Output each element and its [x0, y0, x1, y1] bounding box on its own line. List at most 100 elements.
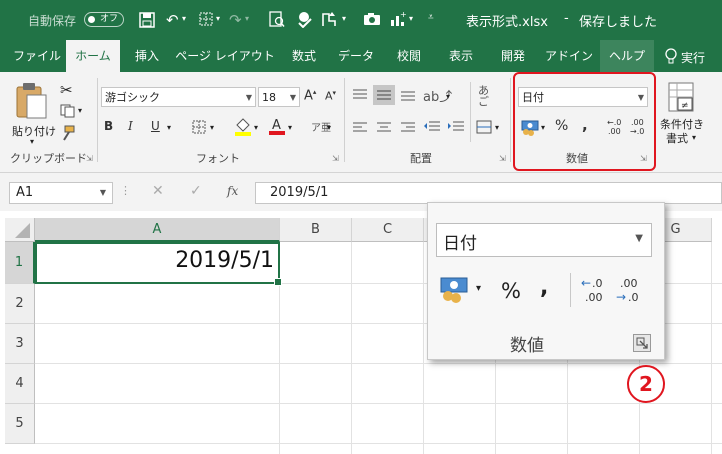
- percent-style-button[interactable]: %: [555, 118, 568, 134]
- insert-chart-icon[interactable]: +: [389, 11, 407, 27]
- tab-file[interactable]: ファイル: [10, 40, 64, 72]
- fill-color-dropdown-icon[interactable]: ▾: [254, 123, 258, 132]
- paste-dropdown-icon[interactable]: ▾: [30, 137, 34, 146]
- autosave-toggle[interactable]: オフ: [84, 12, 124, 27]
- italic-button[interactable]: I: [128, 119, 133, 133]
- tab-addins[interactable]: アドイン: [540, 40, 598, 72]
- sort-dropdown-icon[interactable]: ▾: [342, 14, 346, 23]
- borders-qat-icon[interactable]: [199, 12, 213, 26]
- font-launcher-icon[interactable]: ⇲: [332, 154, 339, 163]
- column-header-b[interactable]: B: [280, 218, 352, 242]
- tab-help[interactable]: ヘルプ: [600, 40, 654, 72]
- tab-view[interactable]: 表示: [436, 40, 486, 72]
- phonetic-dropdown-icon[interactable]: ▾: [327, 123, 331, 132]
- underline-dropdown-icon[interactable]: ▾: [167, 123, 171, 132]
- format-painter-icon[interactable]: [60, 125, 76, 141]
- orientation-dropdown-icon[interactable]: ▾: [446, 92, 450, 101]
- sort-icon[interactable]: [321, 11, 339, 27]
- select-all-corner[interactable]: [5, 218, 35, 242]
- copy-dropdown-icon[interactable]: ▾: [78, 106, 82, 115]
- borders-dropdown-icon[interactable]: ▾: [210, 123, 214, 132]
- tab-formulas[interactable]: 数式: [280, 40, 328, 72]
- conditional-format-label-2[interactable]: 書式: [666, 130, 688, 146]
- column-header-c[interactable]: C: [352, 218, 424, 242]
- align-bottom-icon[interactable]: [400, 88, 416, 102]
- align-center-icon[interactable]: [376, 121, 392, 135]
- spelling-icon[interactable]: [296, 11, 313, 28]
- underline-button[interactable]: U: [151, 119, 160, 133]
- increase-font-icon[interactable]: A▴: [304, 88, 316, 103]
- increase-indent-icon[interactable]: [447, 120, 465, 134]
- comma-style-button[interactable]: ,: [582, 116, 588, 134]
- chevron-down-icon[interactable]: ▼: [100, 183, 106, 203]
- align-middle-icon[interactable]: [373, 85, 395, 105]
- number-format-combo[interactable]: 日付 ▼: [518, 87, 648, 107]
- cut-icon[interactable]: ✂: [60, 81, 73, 99]
- row-header-2[interactable]: 2: [5, 284, 35, 324]
- increase-decimal-icon[interactable]: ←.0.00: [605, 117, 625, 135]
- chevron-down-icon[interactable]: ▼: [246, 88, 252, 108]
- zoom-accounting-dropdown-icon[interactable]: ▾: [476, 283, 481, 294]
- align-left-icon[interactable]: [352, 121, 368, 135]
- customize-qat-icon[interactable]: ⩡: [428, 12, 434, 23]
- decrease-indent-icon[interactable]: [423, 120, 441, 134]
- row-header-3[interactable]: 3: [5, 324, 35, 364]
- zoom-accounting-format-icon[interactable]: [440, 277, 470, 303]
- zoom-decrease-decimal-icon[interactable]: .00 → .0: [616, 275, 646, 305]
- merge-dropdown-icon[interactable]: ▾: [495, 123, 499, 132]
- clipboard-launcher-icon[interactable]: ⇲: [86, 154, 93, 163]
- borders-dropdown-icon[interactable]: ▾: [216, 14, 220, 23]
- font-color-dropdown-icon[interactable]: ▾: [288, 123, 292, 132]
- tab-home[interactable]: ホーム: [66, 40, 120, 72]
- tell-me-search[interactable]: 実行: [681, 49, 705, 66]
- camera-icon[interactable]: [363, 12, 381, 26]
- cell-a1[interactable]: 2019/5/1: [35, 242, 282, 286]
- bold-button[interactable]: B: [104, 119, 113, 133]
- paste-icon[interactable]: [14, 82, 48, 120]
- zoom-number-format-combo[interactable]: 日付 ▼: [436, 223, 652, 257]
- wrap-text-icon[interactable]: あご: [478, 85, 489, 107]
- tab-review[interactable]: 校閲: [384, 40, 434, 72]
- name-box[interactable]: A1 ▼: [9, 182, 113, 204]
- tab-developer[interactable]: 開発: [488, 40, 538, 72]
- formula-input[interactable]: 2019/5/1: [255, 182, 722, 204]
- font-size-combo[interactable]: 18 ▼: [258, 87, 300, 107]
- accounting-dropdown-icon[interactable]: ▾: [541, 123, 545, 132]
- merge-center-icon[interactable]: [476, 120, 492, 134]
- zoom-increase-decimal-icon[interactable]: ← .0.00: [580, 275, 610, 305]
- enter-icon[interactable]: ✓: [190, 183, 202, 199]
- conditional-format-icon[interactable]: ≠: [668, 82, 694, 112]
- zoom-percent-button[interactable]: %: [501, 279, 521, 303]
- zoom-comma-button[interactable]: ,: [540, 275, 548, 300]
- chart-dropdown-icon[interactable]: ▾: [409, 14, 413, 23]
- row-header-5[interactable]: 5: [5, 404, 35, 444]
- borders-icon[interactable]: [192, 120, 206, 134]
- align-top-icon[interactable]: [352, 88, 368, 102]
- column-header-a[interactable]: A: [35, 218, 280, 242]
- chevron-down-icon[interactable]: ▼: [290, 88, 296, 108]
- row-header-1[interactable]: 1: [5, 242, 35, 284]
- insert-function-button[interactable]: fx: [227, 184, 238, 198]
- fill-color-icon[interactable]: [234, 117, 252, 136]
- print-preview-icon[interactable]: [269, 11, 285, 28]
- chevron-down-icon[interactable]: ▼: [635, 233, 643, 244]
- save-icon[interactable]: [139, 12, 155, 28]
- copy-icon[interactable]: [60, 104, 76, 118]
- alignment-launcher-icon[interactable]: ⇲: [499, 154, 506, 163]
- accounting-format-icon[interactable]: [521, 120, 539, 136]
- font-name-combo[interactable]: 游ゴシック ▼: [101, 87, 256, 107]
- zoom-number-launcher-icon[interactable]: [633, 334, 651, 352]
- decrease-font-icon[interactable]: A▾: [325, 89, 336, 103]
- tab-data[interactable]: データ: [330, 40, 382, 72]
- redo-dropdown-icon[interactable]: ▾: [245, 14, 249, 23]
- chevron-down-icon[interactable]: ▼: [638, 88, 644, 108]
- number-launcher-icon[interactable]: ⇲: [640, 154, 647, 163]
- redo-icon[interactable]: ↷: [229, 11, 242, 29]
- cancel-icon[interactable]: ✕: [152, 183, 164, 199]
- decrease-decimal-icon[interactable]: .00 →.0: [628, 117, 648, 135]
- align-right-icon[interactable]: [400, 121, 416, 135]
- undo-icon[interactable]: ↶: [166, 11, 179, 29]
- tab-insert[interactable]: 挿入: [124, 40, 170, 72]
- font-color-icon[interactable]: A: [268, 116, 286, 136]
- row-header-4[interactable]: 4: [5, 364, 35, 404]
